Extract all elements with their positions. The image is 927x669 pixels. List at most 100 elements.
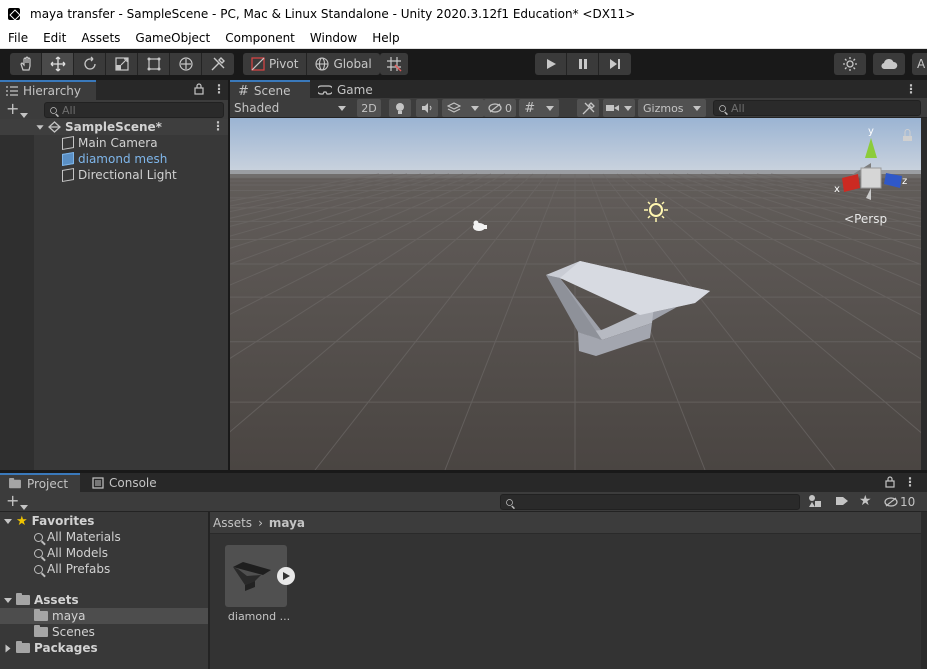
- chevron-down-icon: [693, 105, 701, 111]
- favorite-item-label: All Materials: [47, 530, 121, 544]
- asset-folder-label: maya: [52, 609, 86, 623]
- pivot-label: Pivot: [269, 57, 299, 71]
- asset-folder-label: Scenes: [52, 625, 95, 639]
- tab-scene-label: Scene: [253, 84, 291, 98]
- axis-x-label: x: [834, 184, 840, 195]
- scene-canvas[interactable]: y x z: [230, 118, 921, 470]
- breadcrumb-maya[interactable]: maya: [269, 516, 305, 530]
- menu-window[interactable]: Window: [302, 31, 364, 45]
- effects-dropdown[interactable]: [442, 99, 484, 117]
- grid-icon: #: [524, 100, 536, 116]
- pivot-toggle[interactable]: Pivot: [243, 53, 308, 75]
- assets-header[interactable]: Assets: [4, 592, 79, 608]
- menu-edit[interactable]: Edit: [35, 31, 73, 45]
- filter-by-type-icon[interactable]: [808, 494, 822, 511]
- toggle-2d-button[interactable]: 2D: [357, 99, 381, 117]
- transform-tool-icon[interactable]: [170, 53, 202, 75]
- lock-icon[interactable]: [194, 83, 204, 98]
- scale-tool-icon[interactable]: [106, 53, 138, 75]
- perspective-toggle[interactable]: <Persp: [844, 212, 887, 226]
- scene-tools-icon[interactable]: [577, 99, 599, 117]
- grid-dropdown[interactable]: #: [519, 99, 559, 117]
- scene-viewport[interactable]: y x z <Persp: [230, 118, 921, 470]
- scene-header[interactable]: SampleScene*: [36, 119, 162, 135]
- cloud-icon[interactable]: [873, 53, 905, 75]
- hierarchy-item-diamond-mesh[interactable]: diamond mesh: [62, 151, 167, 167]
- create-chevron-icon[interactable]: [20, 499, 28, 513]
- create-icon[interactable]: +: [6, 492, 19, 510]
- rotate-tool-icon[interactable]: [74, 53, 106, 75]
- move-tool-icon[interactable]: [42, 53, 74, 75]
- menu-help[interactable]: Help: [364, 31, 406, 45]
- pause-button[interactable]: [567, 53, 599, 75]
- menu-component[interactable]: Component: [217, 31, 302, 45]
- expand-chevron-icon[interactable]: [36, 124, 44, 130]
- scene-search-input[interactable]: All: [713, 100, 921, 116]
- project-lock-icon[interactable]: [885, 476, 895, 491]
- menu-assets[interactable]: Assets: [73, 31, 127, 45]
- effects-icon: [447, 102, 461, 113]
- tab-console[interactable]: Console: [84, 473, 165, 493]
- asset-folder-maya[interactable]: maya: [34, 608, 86, 624]
- expand-chevron-icon[interactable]: [4, 518, 12, 524]
- step-button[interactable]: [599, 53, 631, 75]
- account-dropdown[interactable]: A: [912, 53, 927, 75]
- filter-by-label-icon[interactable]: [835, 495, 849, 510]
- tab-hierarchy[interactable]: Hierarchy: [0, 80, 96, 100]
- hierarchy-search-input[interactable]: All: [44, 102, 224, 118]
- hidden-objects-toggle[interactable]: 0: [484, 99, 516, 117]
- gizmos-dropdown[interactable]: Gizmos: [638, 99, 706, 117]
- lighting-toggle-icon[interactable]: [389, 99, 411, 117]
- favorites-header[interactable]: ★ Favorites: [4, 513, 94, 529]
- kebab-menu-icon[interactable]: ⋮: [213, 82, 225, 96]
- favorite-star-icon[interactable]: ★: [859, 494, 872, 508]
- project-scrollbar[interactable]: [921, 512, 927, 669]
- audio-toggle-icon[interactable]: [416, 99, 438, 117]
- tab-project[interactable]: Project: [0, 473, 80, 493]
- hand-tool-icon[interactable]: [10, 53, 42, 75]
- pivot-controls: Pivot Global: [243, 53, 380, 75]
- axis-y-label: y: [868, 126, 874, 137]
- menu-file[interactable]: File: [0, 31, 35, 45]
- hierarchy-item-directional-light[interactable]: Directional Light: [62, 167, 177, 183]
- play-button[interactable]: [535, 53, 567, 75]
- packages-header[interactable]: Packages: [4, 640, 98, 656]
- add-icon[interactable]: +: [6, 100, 19, 118]
- project-search-input[interactable]: [500, 494, 800, 510]
- asset-folder-scenes[interactable]: Scenes: [34, 624, 95, 640]
- search-icon: [34, 564, 43, 574]
- favorite-item-all-prefabs[interactable]: All Prefabs: [34, 561, 110, 577]
- collab-icon[interactable]: [834, 53, 866, 75]
- scene-kebab-icon[interactable]: ⋮: [905, 82, 917, 96]
- project-kebab-icon[interactable]: ⋮: [904, 475, 916, 489]
- main-toolbar: Pivot Global A: [0, 49, 927, 79]
- rect-tool-icon[interactable]: [138, 53, 170, 75]
- favorite-item-all-models[interactable]: All Models: [34, 545, 108, 561]
- asset-thumbnail[interactable]: [225, 545, 295, 607]
- hidden-packages-toggle[interactable]: 10: [884, 495, 915, 509]
- collapse-chevron-icon[interactable]: [5, 644, 11, 652]
- hierarchy-item-main-camera[interactable]: Main Camera: [62, 135, 158, 151]
- search-icon: [506, 498, 513, 506]
- play-preview-icon[interactable]: [277, 567, 295, 585]
- menu-gameobject[interactable]: GameObject: [127, 31, 217, 45]
- grid-snap-icon[interactable]: [380, 53, 408, 75]
- custom-tool-icon[interactable]: [202, 53, 234, 75]
- favorite-item-all-materials[interactable]: All Materials: [34, 529, 121, 545]
- camera-dropdown[interactable]: [603, 99, 635, 117]
- chevron-down-icon: [545, 105, 554, 111]
- scene-menu-icon[interactable]: ⋮: [212, 119, 224, 133]
- scene-name: SampleScene*: [65, 120, 162, 134]
- gamepad-icon: [318, 85, 332, 95]
- breadcrumb-assets[interactable]: Assets: [213, 516, 252, 530]
- global-toggle[interactable]: Global: [307, 53, 379, 75]
- scene-scrollbar[interactable]: [921, 118, 927, 470]
- tab-game[interactable]: Game: [310, 80, 381, 100]
- hierarchy-item-label: diamond mesh: [78, 152, 168, 166]
- pivot-icon: [251, 57, 265, 71]
- shading-mode-dropdown[interactable]: Shaded: [230, 99, 350, 117]
- chevron-down-icon: [338, 105, 346, 111]
- tab-scene[interactable]: # Scene: [230, 80, 310, 100]
- console-icon: [92, 477, 104, 489]
- expand-chevron-icon[interactable]: [4, 597, 12, 603]
